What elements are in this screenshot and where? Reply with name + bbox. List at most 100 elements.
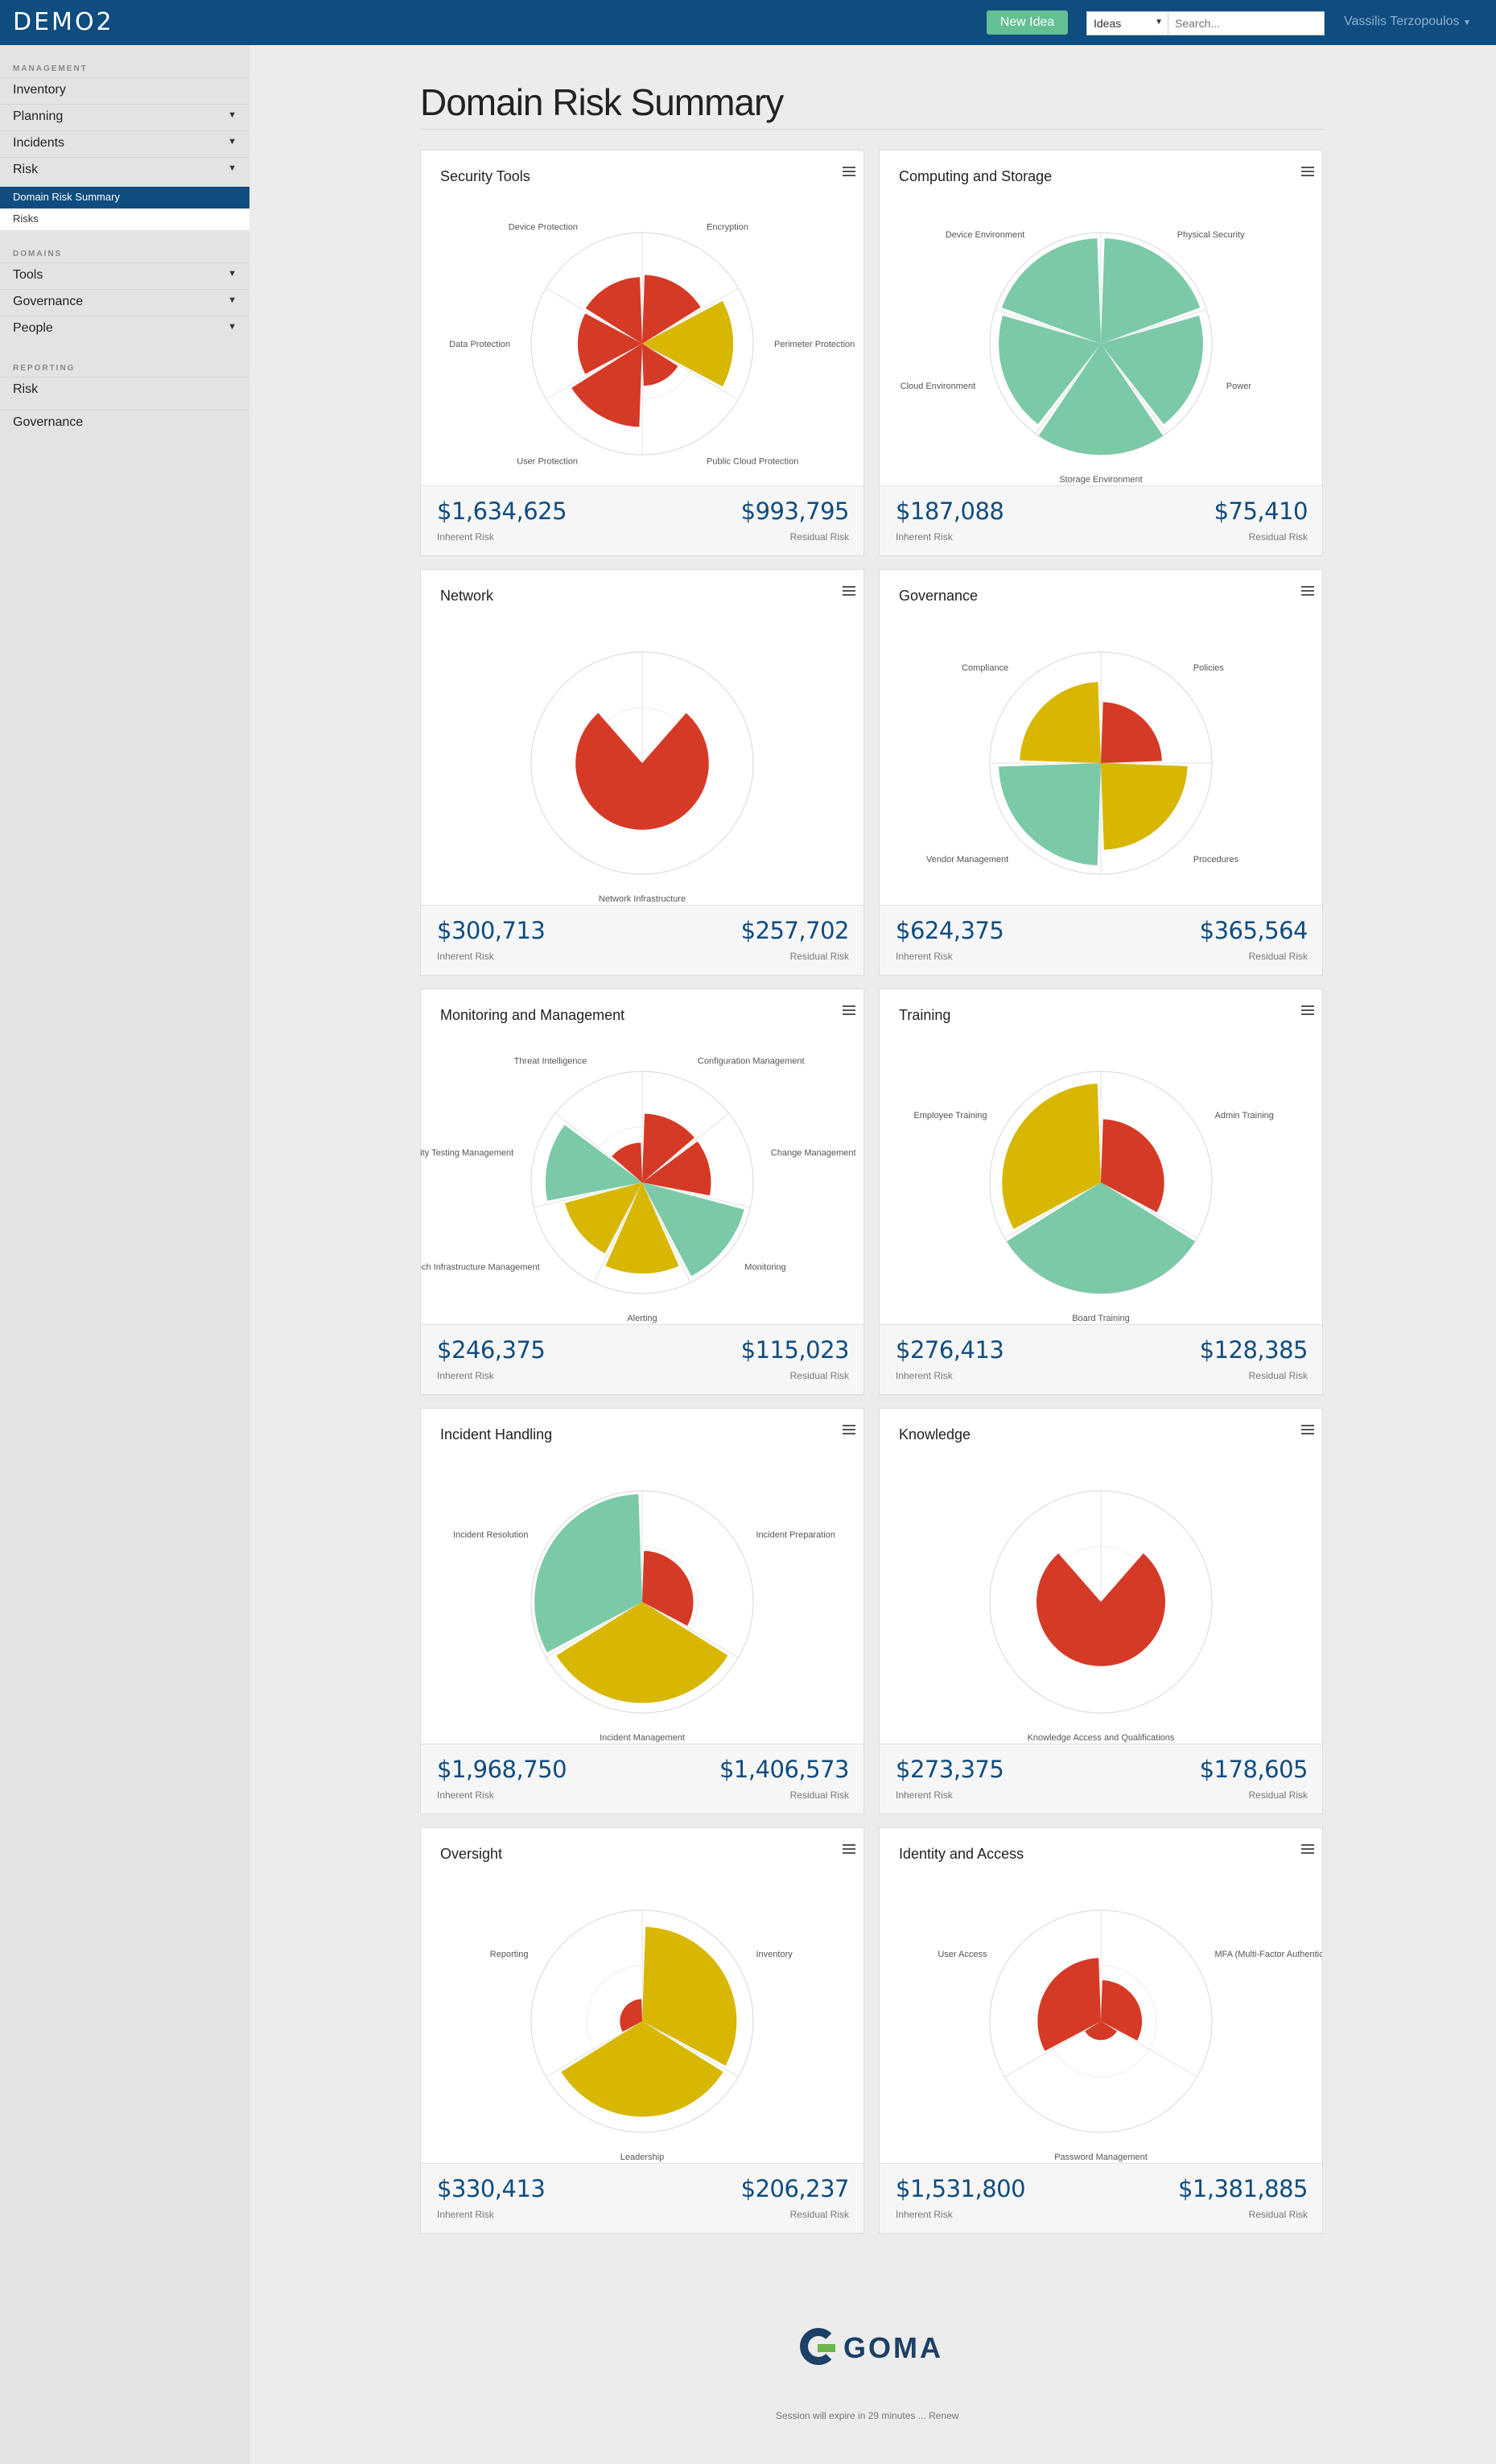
card-title: Computing and Storage	[899, 168, 1053, 184]
polar-wedge-compliance[interactable]	[1020, 682, 1101, 763]
card-risk-footer: $300,713 $257,702 Inherent Risk Residual…	[421, 905, 863, 975]
chart-category-label: Password Management	[1054, 2152, 1148, 2162]
residual-risk-label: Residual Risk	[1248, 1370, 1308, 1381]
hamburger-menu-icon[interactable]	[1301, 1005, 1314, 1017]
chart-category-label: Admin Training	[1215, 1111, 1274, 1121]
inherent-risk-label: Inherent Risk	[896, 951, 953, 962]
residual-risk-label: Residual Risk	[1248, 531, 1308, 543]
inherent-risk-value: $1,968,750	[437, 1756, 567, 1783]
hamburger-menu-icon[interactable]	[843, 167, 855, 178]
residual-risk-value: $128,385	[1199, 1336, 1308, 1364]
residual-risk-value: $178,605	[1199, 1756, 1308, 1783]
chart-category-label: Change Management	[771, 1149, 856, 1158]
polar-area-chart: Knowledge Access and Qualifications	[989, 1490, 1213, 1743]
chart-category-label: Data Protection	[449, 340, 510, 349]
polar-wedge-procedures[interactable]	[1101, 763, 1188, 850]
polar-area-chart: Configuration Management Change Managemen…	[421, 1057, 856, 1323]
chart-category-label: Public Cloud Protection	[707, 457, 798, 467]
search-scope-select[interactable]: Ideas ▼	[1086, 11, 1168, 35]
chart-category-label: Employee Training	[913, 1111, 987, 1121]
search-scope-value: Ideas	[1094, 17, 1122, 30]
residual-risk-value: $1,406,573	[719, 1756, 850, 1783]
residual-risk-value: $365,564	[1199, 917, 1308, 944]
page-title: Domain Risk Summary	[420, 81, 784, 123]
polar-area-chart: Admin Training Board Training Employee Tra…	[913, 1071, 1274, 1323]
sidebar-item-people[interactable]: People ▼	[0, 316, 249, 341]
caret-down-icon: ▼	[228, 163, 237, 173]
card-risk-footer: $1,968,750 $1,406,573 Inherent Risk Resi…	[421, 1744, 863, 1814]
inherent-risk-value: $246,375	[437, 1336, 546, 1364]
new-idea-button[interactable]: New Idea	[987, 10, 1068, 35]
chart-category-label: Perimeter Protection	[774, 340, 855, 349]
hamburger-menu-icon[interactable]	[843, 586, 855, 597]
chart-category-label: Incident Management	[600, 1733, 685, 1743]
sidebar-item-label: Inventory	[13, 83, 66, 97]
hamburger-menu-icon[interactable]	[1301, 586, 1314, 597]
residual-risk-label: Residual Risk	[1248, 1789, 1308, 1801]
goma-logo: GOMA	[797, 2326, 958, 2371]
chart-category-label: Storage Environment	[1059, 475, 1142, 485]
chart-category-label: Physical Security	[1177, 230, 1245, 240]
polar-area-chart: Network Infrastructure	[530, 651, 754, 904]
chart-category-label: Board Training	[1072, 1314, 1130, 1323]
chart-category-label: Incident Preparation	[756, 1530, 835, 1540]
sidebar-item-reporting-governance[interactable]: Governance	[0, 410, 249, 435]
logo-wordmark: GOMA	[843, 2331, 943, 2364]
sidebar-item-label: Risk	[13, 382, 39, 396]
chart-category-label: Device Environment	[946, 230, 1024, 240]
chart-category-label: Power	[1226, 382, 1252, 391]
domain-card-computing-and-storage: Computing and Storage $187,088 $75,410 I…	[879, 150, 1323, 556]
hamburger-menu-icon[interactable]	[1301, 1425, 1314, 1436]
inherent-risk-value: $300,713	[437, 917, 546, 944]
title-divider	[420, 129, 1325, 130]
chart-category-label: Cybersecurity Testing Management	[421, 1149, 513, 1158]
hamburger-menu-icon[interactable]	[843, 1844, 855, 1855]
polar-wedge-vendor-management[interactable]	[999, 763, 1101, 865]
caret-down-icon: ▼	[228, 137, 237, 147]
hamburger-menu-icon[interactable]	[1301, 1844, 1314, 1855]
hamburger-menu-icon[interactable]	[1301, 167, 1314, 178]
sidebar-subitem-risks[interactable]: Risks	[0, 208, 249, 230]
caret-down-icon: ▼	[1462, 19, 1471, 27]
caret-down-icon: ▼	[228, 295, 237, 305]
sidebar-item-inventory[interactable]: Inventory	[0, 77, 249, 103]
inherent-risk-value: $276,413	[896, 1336, 1004, 1364]
card-risk-footer: $1,634,625 $993,795 Inherent Risk Residu…	[421, 485, 863, 555]
chart-category-label: Leadership	[620, 2152, 664, 2162]
sidebar-item-planning[interactable]: Planning ▼	[0, 104, 249, 130]
brand-logo[interactable]: DEMO2	[13, 8, 114, 36]
inherent-risk-value: $1,634,625	[437, 497, 567, 525]
sidebar-item-governance[interactable]: Governance ▼	[0, 289, 249, 315]
residual-risk-label: Residual Risk	[789, 951, 849, 962]
domain-card-security-tools: Security Tools $1,634,625 $993,795 Inher…	[420, 150, 864, 556]
card-risk-footer: $246,375 $115,023 Inherent Risk Residual…	[421, 1324, 863, 1394]
inherent-risk-value: $273,375	[896, 1756, 1004, 1783]
residual-risk-label: Residual Risk	[789, 1370, 849, 1381]
residual-risk-label: Residual Risk	[1248, 2209, 1308, 2220]
chart-category-label: Encryption	[707, 223, 748, 233]
polar-wedge-policies[interactable]	[1101, 702, 1162, 763]
domain-card-oversight: Oversight $330,413 $206,237 Inherent Ris…	[420, 1827, 864, 2234]
sidebar-item-label: Tools	[13, 268, 43, 282]
inherent-risk-label: Inherent Risk	[437, 531, 494, 543]
user-menu[interactable]: Vassilis Terzopoulos ▼	[1344, 14, 1471, 29]
hamburger-menu-icon[interactable]	[843, 1425, 855, 1436]
card-title: Security Tools	[440, 168, 530, 184]
top-navbar: DEMO2 New Idea Ideas ▼ Vassilis Terzopou…	[0, 0, 1496, 45]
session-status[interactable]: Session will expire in 29 minutes ... Re…	[776, 2410, 958, 2421]
card-title: Training	[899, 1007, 951, 1023]
sidebar-item-reporting-risk[interactable]: Risk	[0, 377, 249, 402]
residual-risk-value: $75,410	[1214, 497, 1308, 525]
hamburger-menu-icon[interactable]	[843, 1005, 855, 1017]
sidebar-item-tools[interactable]: Tools ▼	[0, 262, 249, 288]
residual-risk-value: $257,702	[740, 917, 850, 944]
inherent-risk-label: Inherent Risk	[896, 2209, 953, 2220]
sidebar-item-risk[interactable]: Risk ▼	[0, 157, 249, 183]
sidebar-item-incidents[interactable]: Incidents ▼	[0, 130, 249, 156]
search-input[interactable]	[1168, 11, 1325, 35]
sidebar-subitem-domain-risk-summary[interactable]: Domain Risk Summary	[0, 187, 249, 208]
domain-card-network: Network $300,713 $257,702 Inherent Risk …	[420, 569, 864, 976]
inherent-risk-value: $624,375	[896, 917, 1004, 944]
inherent-risk-value: $330,413	[437, 2175, 546, 2202]
inherent-risk-label: Inherent Risk	[437, 951, 494, 962]
